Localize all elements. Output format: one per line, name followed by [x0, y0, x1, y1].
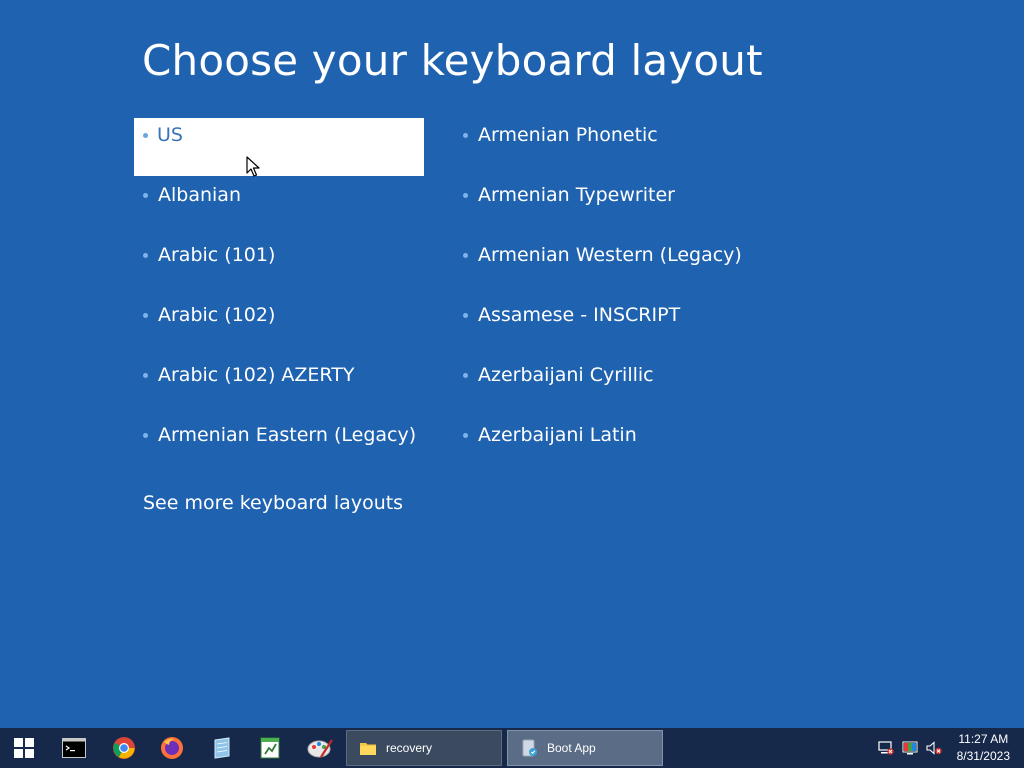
layout-label: Assamese - INSCRIPT	[478, 304, 681, 326]
layout-item-armenian-western-legacy[interactable]: Armenian Western (Legacy)	[454, 238, 744, 296]
bullet-icon	[143, 193, 148, 198]
mouse-cursor-icon	[246, 156, 260, 177]
bullet-icon	[463, 193, 468, 198]
system-tray: 11:27 AM 8/31/2023	[874, 728, 1024, 768]
bullet-icon	[143, 253, 148, 258]
layout-label: US	[157, 124, 183, 146]
taskbar-task-recovery[interactable]: recovery	[346, 730, 502, 766]
bullet-icon	[463, 313, 468, 318]
bullet-icon	[143, 313, 148, 318]
layout-item-azerbaijani-cyrillic[interactable]: Azerbaijani Cyrillic	[454, 358, 744, 416]
see-more-layouts-link[interactable]: See more keyboard layouts	[143, 492, 403, 514]
spreadsheet-icon[interactable]	[246, 728, 294, 768]
taskbar: recovery Boot App 11:27 AM 8/31/2023	[0, 728, 1024, 768]
volume-muted-icon[interactable]	[926, 741, 942, 755]
windows-start-icon[interactable]	[0, 728, 48, 768]
layout-item-armenian-typewriter[interactable]: Armenian Typewriter	[454, 178, 744, 236]
bullet-icon	[463, 253, 468, 258]
layout-item-armenian-phonetic[interactable]: Armenian Phonetic	[454, 118, 744, 176]
bullet-icon	[143, 433, 148, 438]
layout-item-albanian[interactable]: Albanian	[134, 178, 424, 236]
clock[interactable]: 11:27 AM 8/31/2023	[957, 731, 1010, 765]
layout-item-arabic-102-azerty[interactable]: Arabic (102) AZERTY	[134, 358, 424, 416]
paint-icon[interactable]	[296, 728, 344, 768]
task-label: Boot App	[547, 741, 596, 755]
clock-time: 11:27 AM	[958, 732, 1009, 746]
layout-label: Azerbaijani Latin	[478, 424, 637, 446]
layout-label: Arabic (101)	[158, 244, 276, 266]
bullet-icon	[463, 373, 468, 378]
layout-label: Azerbaijani Cyrillic	[478, 364, 654, 386]
layout-list-right: Armenian Phonetic Armenian Typewriter Ar…	[454, 118, 744, 478]
bullet-icon	[463, 433, 468, 438]
boot-app-icon	[522, 739, 537, 757]
chrome-icon[interactable]	[100, 728, 148, 768]
clock-date: 8/31/2023	[956, 749, 1010, 763]
notepad-icon[interactable]	[198, 728, 246, 768]
layout-label: Armenian Western (Legacy)	[478, 244, 742, 266]
layout-item-arabic-102[interactable]: Arabic (102)	[134, 298, 424, 356]
layout-item-us[interactable]: US	[134, 118, 424, 176]
layout-item-assamese-inscript[interactable]: Assamese - INSCRIPT	[454, 298, 744, 356]
layout-label: Armenian Typewriter	[478, 184, 675, 206]
network-error-icon[interactable]	[878, 741, 894, 755]
command-prompt-icon[interactable]	[50, 728, 98, 768]
bullet-icon	[143, 373, 148, 378]
color-display-icon[interactable]	[902, 741, 918, 755]
layout-label: Armenian Phonetic	[478, 124, 658, 146]
layout-label: Arabic (102)	[158, 304, 276, 326]
layout-label: Albanian	[158, 184, 241, 206]
layout-item-armenian-eastern-legacy[interactable]: Armenian Eastern (Legacy)	[134, 418, 424, 476]
bullet-icon	[143, 133, 148, 138]
page-title: Choose your keyboard layout	[142, 36, 763, 85]
taskbar-task-boot-app[interactable]: Boot App	[507, 730, 663, 766]
bullet-icon	[463, 133, 468, 138]
task-label: recovery	[386, 741, 433, 755]
folder-icon	[360, 743, 376, 755]
layout-label: Armenian Eastern (Legacy)	[158, 424, 417, 446]
layout-label: Arabic (102) AZERTY	[158, 364, 355, 386]
layout-item-arabic-101[interactable]: Arabic (101)	[134, 238, 424, 296]
layout-item-azerbaijani-latin[interactable]: Azerbaijani Latin	[454, 418, 744, 476]
layout-list-left: US Albanian Arabic (101) Arabic (102) Ar…	[134, 118, 424, 478]
firefox-icon[interactable]	[148, 728, 196, 768]
